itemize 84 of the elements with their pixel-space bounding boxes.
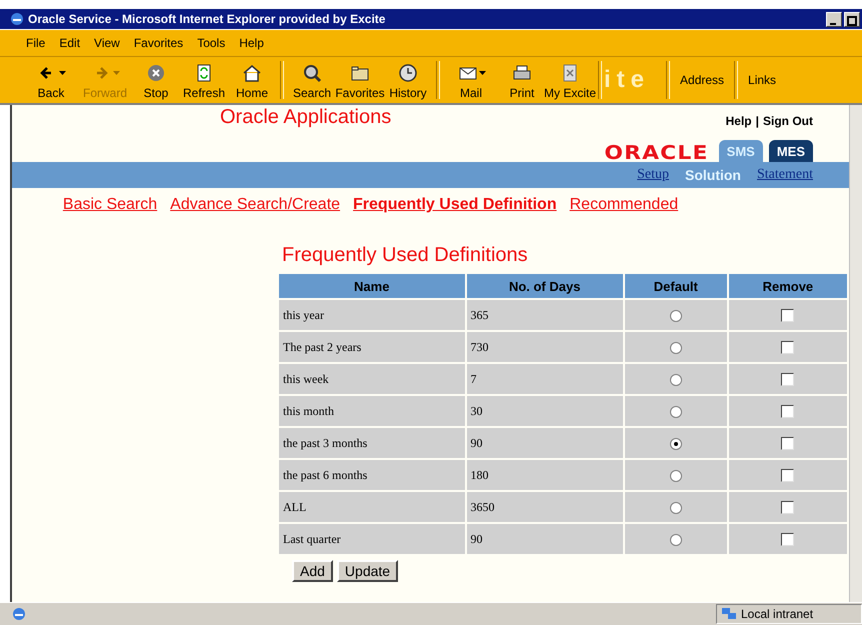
caret-icon: [478, 71, 486, 75]
search-nav-link[interactable]: Basic Search: [62, 196, 158, 214]
table-cell: the past 6 months: [279, 460, 464, 490]
toolbar-button[interactable]: Mail: [444, 57, 498, 103]
search-icon: [301, 62, 323, 84]
window-title: Oracle Service - Microsoft Internet Explorer provided by Excite: [28, 12, 386, 26]
remove-checkbox[interactable]: [781, 405, 794, 418]
caret-icon: [58, 71, 66, 75]
brand-logo: ite: [604, 66, 650, 94]
default-radio[interactable]: [670, 470, 682, 482]
table-cell: Last quarter: [279, 524, 464, 554]
sub-nav-link[interactable]: Setup: [637, 167, 669, 183]
remove-checkbox[interactable]: [781, 341, 794, 354]
default-radio[interactable]: [670, 406, 682, 418]
menu-item[interactable]: View: [94, 36, 120, 50]
menu-item[interactable]: File: [26, 36, 46, 50]
toolbar-button[interactable]: My Excite: [546, 57, 594, 103]
toolbar-button[interactable]: Back: [24, 57, 78, 103]
menu-item[interactable]: Favorites: [134, 36, 184, 50]
default-radio[interactable]: [670, 374, 682, 386]
sign-out-link[interactable]: Sign Out: [763, 114, 813, 128]
remove-checkbox[interactable]: [781, 469, 794, 482]
default-radio[interactable]: [670, 310, 682, 322]
table-cell: the past 3 months: [279, 428, 464, 458]
table-cell: this month: [279, 396, 464, 426]
table-cell: 30: [466, 396, 623, 426]
column-header: Default: [624, 274, 727, 298]
table-cell: this year: [279, 300, 464, 330]
toolbar-button[interactable]: History: [384, 57, 432, 103]
home-icon: [241, 62, 263, 84]
help-link[interactable]: Help: [726, 114, 752, 128]
table-cell: ALL: [279, 492, 464, 522]
caret-icon: [112, 71, 120, 75]
minimize-button[interactable]: [826, 12, 842, 26]
default-radio[interactable]: [670, 438, 682, 450]
search-nav-link[interactable]: Frequently Used Definition: [353, 196, 557, 214]
menu-item[interactable]: Tools: [197, 36, 226, 50]
network-icon: [721, 607, 737, 621]
table-cell: 730: [466, 332, 623, 362]
link-separator: |: [756, 114, 759, 128]
section-heading: Frequently Used Definitions: [282, 244, 529, 267]
toolbar-button[interactable]: Favorites: [336, 57, 384, 103]
menu-item[interactable]: Edit: [59, 36, 80, 50]
clock-icon: [397, 62, 419, 84]
remove-checkbox[interactable]: [781, 533, 794, 546]
toolbar-button[interactable]: Search: [288, 57, 336, 103]
search-nav-link[interactable]: Recommended: [570, 196, 678, 214]
minimize-icon: [830, 22, 838, 26]
column-header: Name: [279, 274, 464, 298]
table-cell: 365: [466, 300, 623, 330]
table-cell: 7: [466, 364, 623, 394]
form-button[interactable]: Update: [336, 560, 398, 582]
zone-label: Local intranet: [741, 607, 814, 621]
remove-checkbox[interactable]: [781, 501, 794, 514]
table-cell: The past 2 years: [279, 332, 464, 362]
sub-nav-link[interactable]: Statement: [757, 167, 813, 183]
toolbar-button[interactable]: Stop: [132, 57, 180, 103]
maximize-icon: [847, 16, 857, 26]
app-title: Oracle Applications: [220, 106, 392, 129]
oracle-logo: ORACLE: [604, 144, 709, 162]
remove-checkbox[interactable]: [781, 437, 794, 450]
search-nav-link[interactable]: Advance Search/Create: [170, 196, 340, 214]
toolbar-button[interactable]: Refresh: [180, 57, 228, 103]
default-radio[interactable]: [670, 502, 682, 514]
table-cell: 90: [466, 524, 623, 554]
form-button[interactable]: Add: [292, 560, 333, 582]
app-tab[interactable]: MES: [768, 140, 813, 162]
stop-icon: [145, 62, 167, 84]
menu-item[interactable]: Help: [239, 36, 264, 50]
links-label[interactable]: Links: [742, 73, 782, 87]
toolbar-button[interactable]: Home: [228, 57, 276, 103]
address-label[interactable]: Address: [674, 73, 730, 87]
column-header: No. of Days: [466, 274, 623, 298]
remove-checkbox[interactable]: [781, 309, 794, 322]
table-cell: this week: [279, 364, 464, 394]
table-cell: 3650: [466, 492, 623, 522]
table-cell: 180: [466, 460, 623, 490]
default-radio[interactable]: [670, 342, 682, 354]
table-cell: 90: [466, 428, 623, 458]
toolbar-button[interactable]: Print: [498, 57, 546, 103]
default-radio[interactable]: [670, 534, 682, 546]
maximize-button[interactable]: [844, 12, 860, 26]
column-header: Remove: [728, 274, 847, 298]
remove-checkbox[interactable]: [781, 373, 794, 386]
